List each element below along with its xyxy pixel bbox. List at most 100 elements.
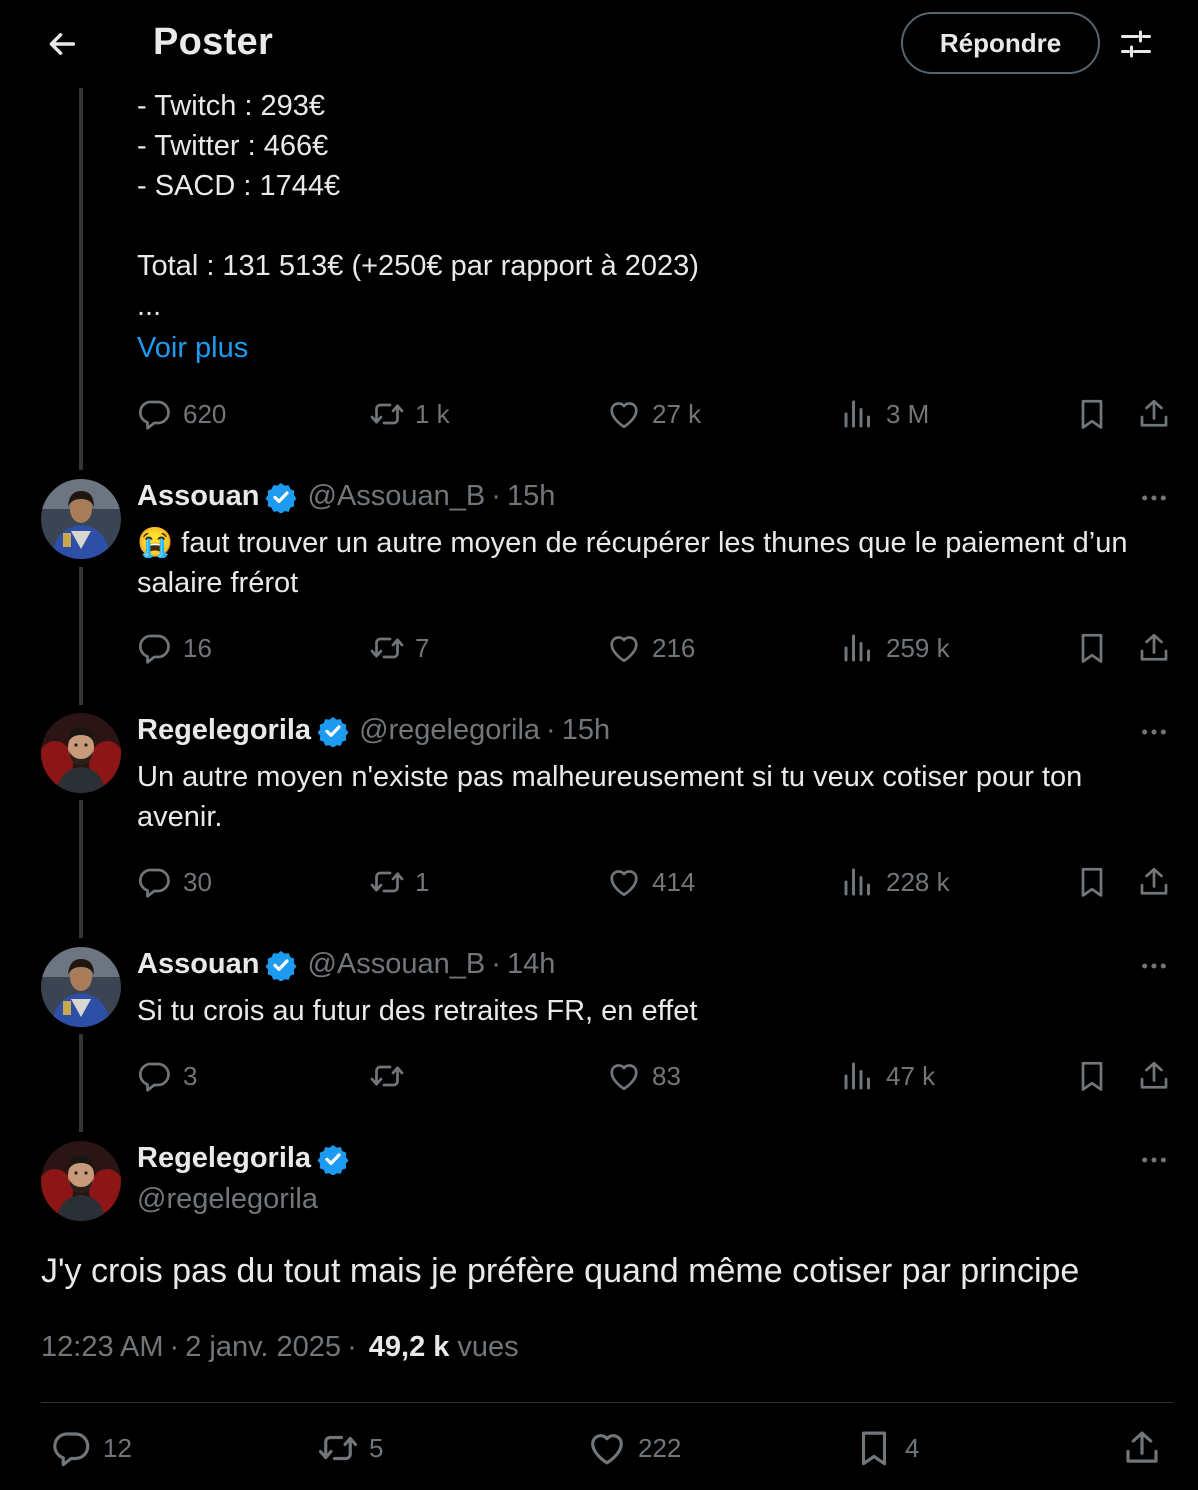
bookmark-action[interactable] — [1074, 628, 1110, 668]
separator-dot: · — [491, 948, 501, 980]
display-name[interactable]: Assouan — [137, 480, 259, 513]
main-post-text: J'y crois pas du tout mais je préfère qu… — [41, 1252, 1080, 1290]
views-action[interactable]: 259 k — [840, 628, 950, 668]
share-action[interactable] — [1136, 1056, 1172, 1096]
share-icon — [1121, 1427, 1163, 1469]
more-icon[interactable] — [1137, 481, 1171, 515]
show-more-link[interactable]: Voir plus — [137, 332, 248, 365]
user-handle[interactable]: @Assouan_B — [307, 948, 485, 981]
repost-action[interactable] — [369, 1056, 415, 1096]
action-bar: 3 83 47 k — [137, 1056, 1177, 1096]
repost-icon — [369, 864, 405, 900]
bookmark-action[interactable]: 4 — [853, 1428, 919, 1468]
share-action[interactable] — [1121, 1428, 1163, 1468]
back-arrow-icon[interactable] — [40, 22, 84, 66]
repost-icon — [369, 396, 405, 432]
like-icon — [586, 1427, 628, 1469]
views-icon — [840, 864, 876, 900]
views-count: 49,2 k — [368, 1331, 450, 1363]
post-header: Regelegorila — [137, 1142, 349, 1175]
reply-count: 30 — [183, 866, 212, 897]
display-name[interactable]: Regelegorila — [137, 1142, 311, 1175]
repost-action[interactable]: 1 k — [369, 394, 450, 434]
post-text-line: - Twitch : 293€ — [137, 90, 326, 122]
reply-icon — [137, 396, 173, 432]
reply-button[interactable]: Répondre — [901, 12, 1100, 74]
bookmark-action[interactable] — [1074, 394, 1110, 434]
views-action[interactable]: 228 k — [840, 862, 950, 902]
like-icon — [606, 630, 642, 666]
view-count: 47 k — [886, 1060, 936, 1091]
repost-action[interactable]: 1 — [369, 862, 429, 902]
action-bar: 620 1 k 27 k 3 M — [137, 394, 1177, 434]
like-action[interactable]: 222 — [586, 1428, 681, 1468]
bookmark-icon — [1074, 396, 1110, 432]
repost-icon — [317, 1427, 359, 1469]
avatar[interactable] — [41, 947, 121, 1027]
reply-action[interactable]: 12 — [51, 1428, 132, 1468]
like-count: 216 — [652, 632, 696, 663]
share-action[interactable] — [1136, 862, 1172, 902]
views-label: vues — [457, 1331, 519, 1363]
verified-badge-icon — [265, 949, 297, 981]
user-handle[interactable]: @regelegorila — [137, 1183, 318, 1216]
user-handle[interactable]: @regelegorila — [359, 714, 540, 747]
like-icon — [606, 396, 642, 432]
post-time[interactable]: 14h — [507, 948, 555, 981]
avatar[interactable] — [41, 713, 121, 793]
share-icon — [1136, 396, 1172, 432]
like-action[interactable]: 83 — [606, 1056, 681, 1096]
post-time[interactable]: 12:23 AM — [41, 1331, 164, 1364]
display-name[interactable]: Assouan — [137, 948, 259, 981]
bookmark-icon — [1074, 864, 1110, 900]
verified-badge-icon — [317, 715, 349, 747]
views-action[interactable]: 3 M — [840, 394, 929, 434]
view-count: 3 M — [886, 398, 930, 429]
repost-action[interactable]: 5 — [317, 1428, 383, 1468]
more-icon[interactable] — [1137, 715, 1171, 749]
settings-sliders-icon[interactable] — [1114, 22, 1158, 66]
post-time[interactable]: 15h — [507, 480, 555, 513]
bookmark-action[interactable] — [1074, 1056, 1110, 1096]
views-icon — [840, 396, 876, 432]
reply-action[interactable]: 3 — [137, 1056, 197, 1096]
avatar[interactable] — [41, 479, 121, 559]
repost-count: 5 — [369, 1432, 384, 1463]
like-action[interactable]: 216 — [606, 628, 695, 668]
user-handle[interactable]: @Assouan_B — [307, 480, 485, 513]
top-bar: Poster Répondre — [0, 0, 1198, 88]
thread-line — [79, 1034, 83, 1132]
repost-action[interactable]: 7 — [369, 628, 429, 668]
post-header: Assouan @Assouan_B · 14h — [137, 948, 555, 981]
view-count: 259 k — [886, 632, 950, 663]
reply-action[interactable]: 620 — [137, 394, 226, 434]
action-bar: 16 7 216 259 k — [137, 628, 1177, 668]
page-title: Poster — [153, 21, 274, 63]
share-action[interactable] — [1136, 628, 1172, 668]
main-action-bar: 12 5 222 4 — [41, 1428, 1173, 1472]
thread-line — [79, 567, 83, 705]
separator-dot: · — [169, 1331, 180, 1363]
post-header: Regelegorila @regelegorila · 15h — [137, 714, 610, 747]
like-count: 83 — [652, 1060, 681, 1091]
views-action[interactable]: 47 k — [840, 1056, 935, 1096]
reply-icon — [137, 1058, 173, 1094]
display-name[interactable]: Regelegorila — [137, 714, 311, 747]
share-action[interactable] — [1136, 394, 1172, 434]
more-icon[interactable] — [1137, 1143, 1171, 1177]
like-action[interactable]: 414 — [606, 862, 695, 902]
post-date[interactable]: 2 janv. 2025 — [185, 1331, 341, 1364]
more-icon[interactable] — [1137, 949, 1171, 983]
reply-count: 12 — [103, 1432, 132, 1463]
separator-dot: · — [347, 1331, 357, 1363]
like-action[interactable]: 27 k — [606, 394, 701, 434]
reply-action[interactable]: 16 — [137, 628, 212, 668]
thread-line — [79, 800, 83, 938]
post-time[interactable]: 15h — [562, 714, 610, 747]
thread-line — [79, 88, 83, 470]
reply-icon — [137, 630, 173, 666]
avatar[interactable] — [41, 1141, 121, 1221]
like-count: 414 — [652, 866, 696, 897]
reply-action[interactable]: 30 — [137, 862, 212, 902]
bookmark-action[interactable] — [1074, 862, 1110, 902]
